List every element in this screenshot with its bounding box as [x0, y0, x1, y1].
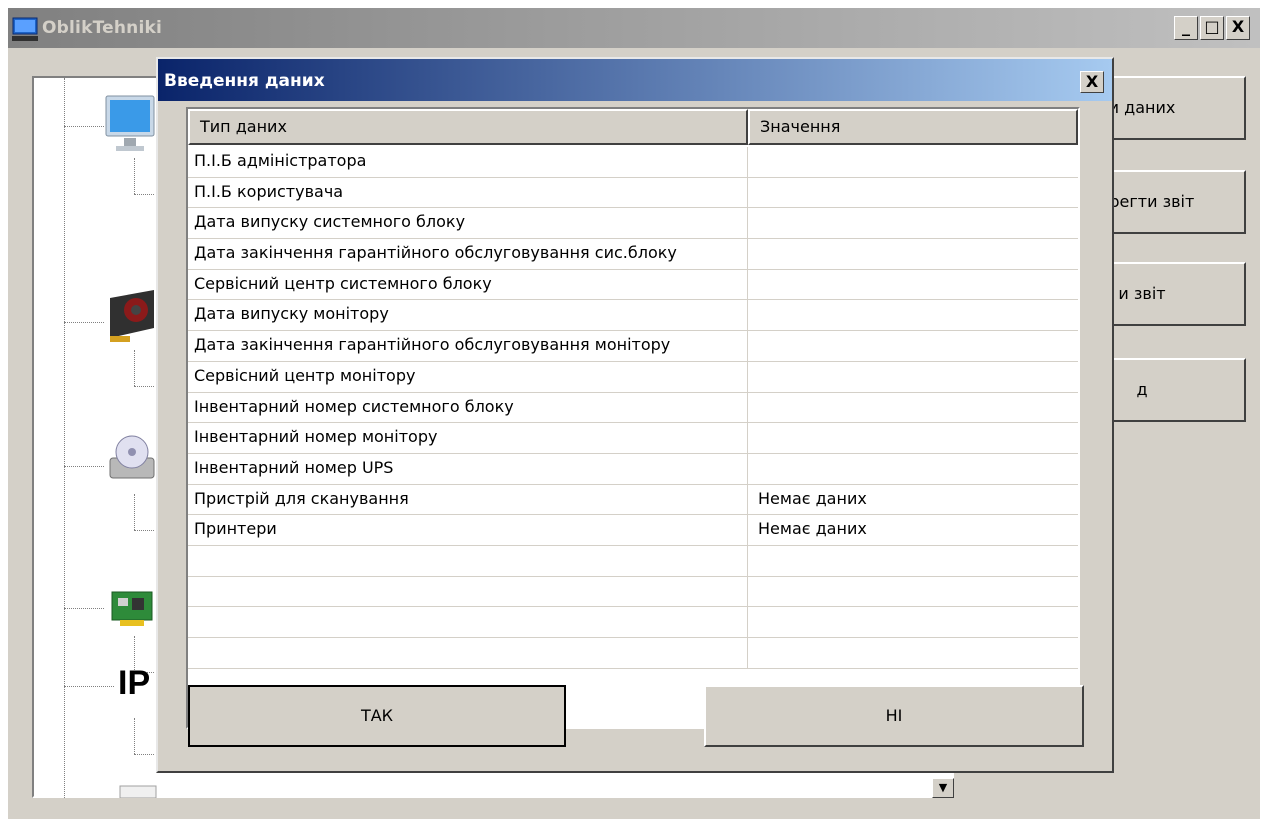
table-row[interactable]: П.І.Б адміністратора	[188, 147, 1078, 178]
column-header-type[interactable]: Тип даних	[188, 109, 748, 145]
cell-type: Сервісний центр монітору	[188, 361, 748, 392]
ip-icon[interactable]: IP	[118, 664, 150, 703]
tree-line	[134, 718, 135, 754]
maximize-button[interactable]: □	[1200, 16, 1224, 40]
tree-line	[134, 754, 154, 755]
network-card-icon[interactable]	[110, 588, 156, 632]
cell-type: Дата випуску монітору	[188, 300, 748, 331]
cell-value[interactable]	[748, 331, 1078, 361]
cell-value[interactable]	[748, 638, 1078, 668]
cell-type	[188, 638, 748, 668]
cell-type: Пристрій для сканування	[188, 484, 748, 515]
cell-type: П.І.Б адміністратора	[188, 147, 748, 177]
tree-line	[134, 158, 135, 194]
table-row[interactable]: Дата закінчення гарантійного обслуговува…	[188, 239, 1078, 270]
cell-type: Принтери	[188, 515, 748, 545]
graphics-card-icon[interactable]	[106, 288, 158, 348]
cell-value[interactable]	[748, 577, 1078, 607]
monitor-icon[interactable]	[104, 92, 156, 156]
table-row[interactable]: П.І.Б користувача	[188, 177, 1078, 209]
cell-value[interactable]	[748, 393, 1078, 423]
cell-value[interactable]	[748, 607, 1078, 637]
app-icon	[12, 17, 38, 41]
cell-type: Сервісний центр системного блоку	[188, 269, 748, 300]
tree-line	[64, 126, 104, 127]
cell-type: Дата закінчення гарантійного обслуговува…	[188, 331, 748, 361]
ok-button[interactable]: ТАК	[188, 685, 566, 747]
tree-line	[134, 194, 154, 195]
drive-icon[interactable]	[106, 432, 158, 488]
cell-value[interactable]	[748, 178, 1078, 208]
column-header-value[interactable]: Значення	[748, 109, 1078, 145]
cell-type	[188, 607, 748, 637]
table-row[interactable]: Інвентарний номер монітору	[188, 423, 1078, 454]
cell-value[interactable]	[748, 208, 1078, 238]
table-row[interactable]	[188, 638, 1078, 669]
cell-value[interactable]	[748, 423, 1078, 453]
tree-line	[64, 322, 104, 323]
tree-line	[134, 350, 135, 386]
tree-line	[64, 78, 65, 798]
cell-type: Інвентарний номер системного блоку	[188, 392, 748, 423]
window-title: OblikTehniki	[42, 18, 163, 38]
cell-type: Дата закінчення гарантійного обслуговува…	[188, 239, 748, 269]
table-row[interactable]: Принтери Немає даних	[188, 515, 1078, 546]
table-row[interactable]: Сервісний центр системного блоку	[188, 269, 1078, 301]
cell-value[interactable]: Немає даних	[748, 485, 1078, 515]
cell-type: Інвентарний номер монітору	[188, 423, 748, 453]
cell-value[interactable]	[748, 546, 1078, 576]
table-row[interactable]	[188, 545, 1078, 577]
cell-value[interactable]	[748, 270, 1078, 300]
table-row[interactable]: Дата випуску монітору	[188, 300, 1078, 332]
tree-line	[64, 608, 104, 609]
cell-type: Дата випуску системного блоку	[188, 208, 748, 239]
data-grid[interactable]: Тип даних Значення П.І.Б адміністратора П…	[186, 107, 1080, 729]
table-row[interactable]: Інвентарний номер UPS	[188, 453, 1078, 485]
table-row[interactable]: Сервісний центр монітору	[188, 361, 1078, 393]
cell-value[interactable]	[748, 147, 1078, 177]
tree-line	[64, 686, 114, 687]
tree-line	[134, 386, 154, 387]
tree-line	[134, 494, 135, 530]
dialog-close-button[interactable]: X	[1080, 71, 1104, 93]
cell-type: Інвентарний номер UPS	[188, 453, 748, 484]
cell-type	[188, 545, 748, 576]
title-bar: OblikTehniki _ □ X	[8, 8, 1260, 48]
table-row[interactable]: Інвентарний номер системного блоку	[188, 392, 1078, 424]
grid-header: Тип даних Значення	[188, 109, 1078, 147]
generic-device-icon[interactable]	[118, 784, 158, 798]
close-button[interactable]: X	[1226, 16, 1250, 40]
cell-type: П.І.Б користувача	[188, 177, 748, 208]
dialog-title: Введення даних	[164, 71, 325, 91]
cancel-button[interactable]: НІ	[704, 685, 1084, 747]
grid-body: П.І.Б адміністратора П.І.Б користувача Дат…	[188, 147, 1078, 669]
tree-line	[64, 466, 104, 467]
cell-value[interactable]	[748, 362, 1078, 392]
table-row[interactable]	[188, 607, 1078, 638]
minimize-button[interactable]: _	[1174, 16, 1198, 40]
table-row[interactable]: Дата випуску системного блоку	[188, 208, 1078, 240]
data-entry-dialog: Введення даних X Тип даних Значення П.І.…	[156, 57, 1114, 773]
dialog-title-bar: Введення даних X	[158, 59, 1112, 101]
cell-value[interactable]	[748, 239, 1078, 269]
table-row[interactable]: Дата закінчення гарантійного обслуговува…	[188, 331, 1078, 362]
cell-value[interactable]	[748, 300, 1078, 330]
cell-type	[188, 576, 748, 607]
tree-line	[134, 530, 154, 531]
dropdown-arrow-icon[interactable]: ▼	[932, 778, 954, 798]
table-row[interactable]	[188, 576, 1078, 608]
table-row[interactable]: Пристрій для сканування Немає даних	[188, 484, 1078, 516]
cell-value[interactable]: Немає даних	[748, 515, 1078, 545]
cell-value[interactable]	[748, 454, 1078, 484]
